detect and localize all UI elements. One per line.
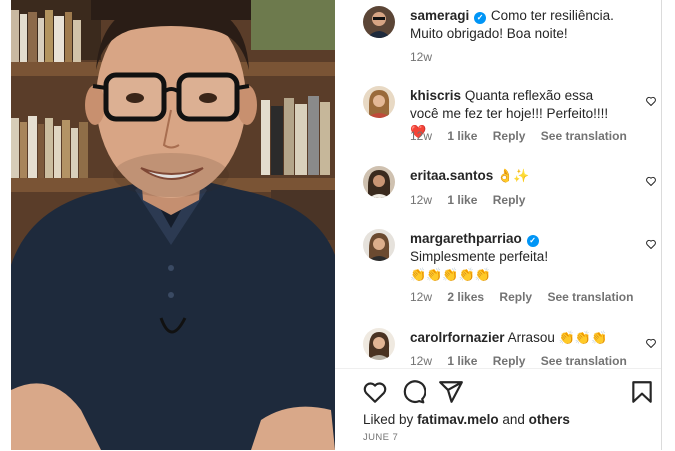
liked-by-and: and	[502, 412, 525, 427]
comment-icon[interactable]	[400, 379, 426, 405]
comment-username[interactable]: khiscris	[410, 88, 461, 103]
comment-text: sameragi ✓ Como ter resiliência. Muito o…	[410, 7, 625, 43]
comment-meta: 12w 1 like Reply See translation	[410, 129, 639, 143]
comment-meta: 12w 2 likes Reply See translation	[410, 290, 645, 304]
avatar[interactable]	[363, 86, 395, 118]
comment-likes[interactable]: 2 likes	[447, 290, 484, 304]
send-icon[interactable]	[438, 379, 464, 405]
post-photo-image	[11, 0, 335, 450]
comment-username[interactable]: sameragi	[410, 8, 469, 23]
avatar[interactable]	[363, 6, 395, 38]
reply-button[interactable]: Reply	[499, 290, 532, 304]
comment-meta: 12w 1 like Reply	[410, 193, 537, 207]
comment-emoji: 👏👏👏	[558, 330, 608, 345]
see-translation-button[interactable]: See translation	[547, 290, 633, 304]
comment-text: carolrfornazier Arrasou 👏👏👏	[410, 329, 625, 347]
comment-meta: 12w	[410, 50, 444, 64]
comment-username[interactable]: eritaa.santos	[410, 168, 493, 183]
comment-emoji: 👏👏👏👏👏	[410, 267, 491, 282]
comment-likes[interactable]: 1 like	[447, 129, 477, 143]
reply-button[interactable]: Reply	[493, 354, 526, 368]
comment-time[interactable]: 12w	[410, 193, 432, 207]
see-translation-button[interactable]: See translation	[541, 129, 627, 143]
verified-badge-icon: ✓	[526, 235, 539, 247]
comment-text: eritaa.santos 👌✨	[410, 167, 625, 185]
reply-button[interactable]: Reply	[493, 193, 526, 207]
comment-time[interactable]: 12w	[410, 129, 432, 143]
comment-likes[interactable]: 1 like	[447, 193, 477, 207]
liked-by-user[interactable]: fatimav.melo	[417, 412, 499, 427]
see-translation-button[interactable]: See translation	[541, 354, 627, 368]
comments-panel: sameragi ✓ Como ter resiliência. Muito o…	[335, 0, 662, 450]
liked-by-prefix: Liked by	[363, 412, 414, 427]
comment-body: Arrasou	[507, 330, 555, 345]
avatar[interactable]	[363, 328, 395, 360]
like-comment-heart-icon[interactable]	[645, 175, 657, 187]
comments-list[interactable]: sameragi ✓ Como ter resiliência. Muito o…	[335, 0, 661, 368]
verified-badge-icon: ✓	[474, 12, 487, 24]
heart-icon[interactable]	[362, 379, 388, 405]
comment-likes[interactable]: 1 like	[447, 354, 477, 368]
comment-body: Simplesmente perfeita!	[410, 249, 549, 264]
comment-time[interactable]: 12w	[410, 290, 432, 304]
post-photo[interactable]	[11, 0, 335, 450]
liked-by-others[interactable]: others	[529, 412, 570, 427]
bookmark-icon[interactable]	[629, 379, 655, 405]
comment-emoji: 👌✨	[497, 168, 530, 183]
comment-meta: 12w 1 like Reply See translation	[410, 354, 639, 368]
post-date[interactable]: JUNE 7	[363, 432, 398, 443]
like-comment-heart-icon[interactable]	[645, 238, 657, 250]
comment-username[interactable]: carolrfornazier	[410, 330, 505, 345]
avatar[interactable]	[363, 229, 395, 261]
like-comment-heart-icon[interactable]	[645, 95, 657, 107]
comment-time[interactable]: 12w	[410, 50, 432, 64]
post-actions: Liked by fatimav.melo and others JUNE 7	[335, 368, 661, 451]
comment-text: margarethparriao ✓ Simplesmente perfeita…	[410, 230, 625, 284]
liked-by: Liked by fatimav.melo and others	[363, 412, 570, 427]
comment-username[interactable]: margarethparriao	[410, 231, 522, 246]
like-comment-heart-icon[interactable]	[645, 337, 657, 349]
comment-time[interactable]: 12w	[410, 354, 432, 368]
post-dialog: sameragi ✓ Como ter resiliência. Muito o…	[11, 0, 662, 450]
avatar[interactable]	[363, 166, 395, 198]
reply-button[interactable]: Reply	[493, 129, 526, 143]
